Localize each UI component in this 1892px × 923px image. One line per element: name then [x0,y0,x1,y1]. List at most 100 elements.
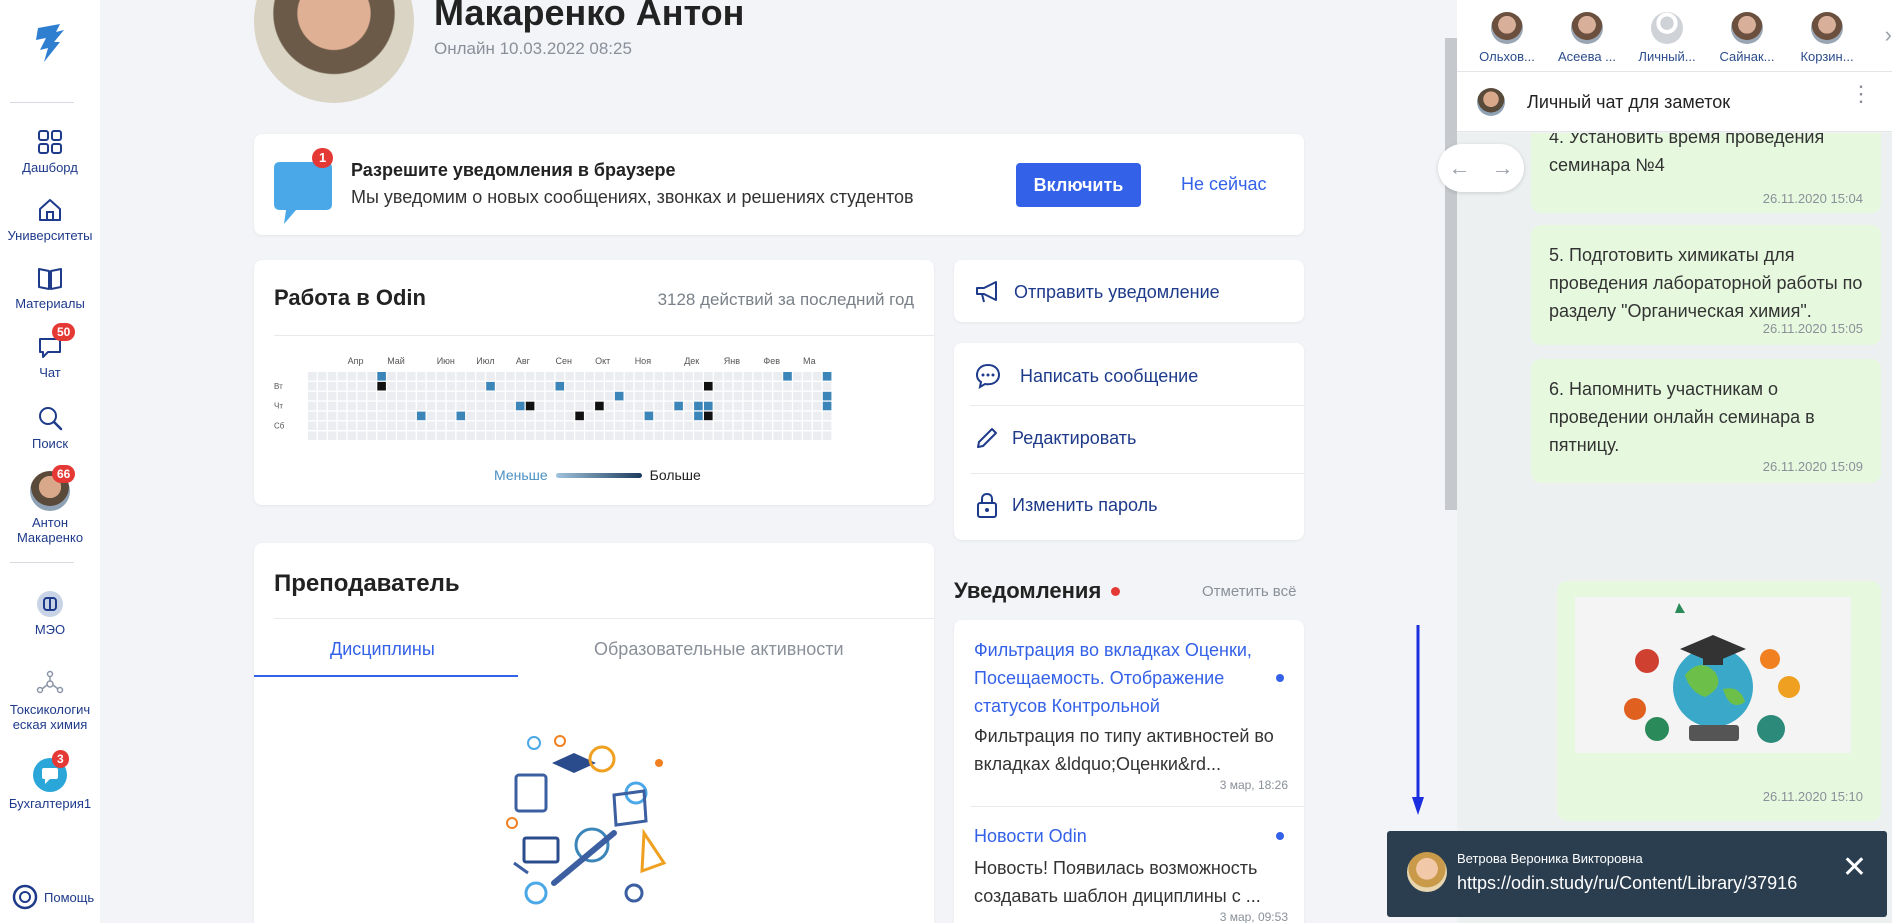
heatmap-cell[interactable] [515,372,525,381]
heatmap-cell[interactable] [367,431,376,440]
heatmap-cell[interactable] [713,431,723,440]
heatmap-cell[interactable] [327,421,337,431]
heatmap-cell[interactable] [624,381,634,391]
heatmap-cell[interactable] [674,421,683,431]
heatmap-cell[interactable] [614,411,624,421]
heatmap-cell[interactable] [515,381,525,391]
heatmap-cell[interactable] [704,401,713,411]
heatmap-cell[interactable] [654,401,664,411]
heatmap-cell[interactable] [446,401,456,411]
heatmap-cell[interactable] [515,411,525,421]
heatmap-cell[interactable] [595,372,604,381]
heatmap-cell[interactable] [496,411,505,421]
heatmap-cell[interactable] [763,372,772,381]
heatmap-cell[interactable] [486,411,495,421]
heatmap-cell[interactable] [654,431,664,440]
heatmap-cell[interactable] [783,372,792,381]
heatmap-cell[interactable] [506,372,515,381]
heatmap-cell[interactable] [347,391,357,401]
heatmap-cell[interactable] [803,391,812,401]
heatmap-cell[interactable] [367,401,376,411]
heatmap-cell[interactable] [644,372,654,381]
heatmap-cell[interactable] [387,401,396,411]
heatmap-cell[interactable] [733,421,743,431]
heatmap-cell[interactable] [496,391,505,401]
heatmap-cell[interactable] [713,411,723,421]
heatmap-cell[interactable] [486,431,495,440]
heatmap-cell[interactable] [555,411,565,421]
heatmap-cell[interactable] [575,391,584,401]
heatmap-cell[interactable] [803,372,812,381]
heatmap-cell[interactable] [545,381,555,391]
heatmap-cell[interactable] [565,411,574,421]
heatmap-cell[interactable] [426,381,436,391]
sidebar-item-toxicology[interactable]: Токсикологич еская химия [0,670,100,732]
heatmap-cell[interactable] [456,401,466,411]
heatmap-cell[interactable] [812,381,822,391]
heatmap-cell[interactable] [397,401,406,411]
heatmap-cell[interactable] [674,391,683,401]
heatmap-cell[interactable] [308,431,317,440]
heatmap-cell[interactable] [308,401,317,411]
heatmap-cell[interactable] [496,431,505,440]
heatmap-cell[interactable] [347,372,357,381]
heatmap-cell[interactable] [397,431,406,440]
chat-image-message[interactable]: 26.11.2020 15:10 [1557,581,1881,821]
heatmap-cell[interactable] [357,391,367,401]
heatmap-cell[interactable] [575,411,584,421]
heatmap-cell[interactable] [684,381,693,391]
heatmap-cell[interactable] [743,381,753,391]
heatmap-cell[interactable] [753,381,763,391]
heatmap-cell[interactable] [466,401,475,411]
heatmap-cell[interactable] [407,372,416,381]
heatmap-cell[interactable] [347,381,357,391]
heatmap-cell[interactable] [803,381,812,391]
heatmap-cell[interactable] [357,421,367,431]
notification-title[interactable]: Фильтрация во вкладках Оценки, Посещаемо… [974,636,1274,720]
heatmap-cell[interactable] [723,431,733,440]
heatmap-cell[interactable] [585,421,594,431]
heatmap-cell[interactable] [773,372,782,381]
heatmap-cell[interactable] [664,431,673,440]
edit-button[interactable]: Редактировать [974,425,1136,451]
heatmap-cell[interactable] [684,411,693,421]
heatmap-cell[interactable] [397,421,406,431]
heatmap-cell[interactable] [308,381,317,391]
heatmap-cell[interactable] [822,421,832,431]
heatmap-cell[interactable] [664,401,673,411]
heatmap-cell[interactable] [694,431,703,440]
heatmap-cell[interactable] [367,411,376,421]
heatmap-cell[interactable] [773,391,782,401]
heatmap-cell[interactable] [525,372,535,381]
heatmap-cell[interactable] [812,372,822,381]
heatmap-cell[interactable] [347,411,357,421]
heatmap-cell[interactable] [387,421,396,431]
heatmap-cell[interactable] [545,411,555,421]
heatmap-cell[interactable] [743,401,753,411]
heatmap-cell[interactable] [525,411,535,421]
heatmap-cell[interactable] [337,391,347,401]
heatmap-cell[interactable] [723,372,733,381]
heatmap-cell[interactable] [347,401,357,411]
heatmap-cell[interactable] [733,381,743,391]
heatmap-cell[interactable] [812,391,822,401]
heatmap-cell[interactable] [783,411,792,421]
heatmap-cell[interactable] [496,401,505,411]
heatmap-cell[interactable] [327,411,337,421]
heatmap-cell[interactable] [436,391,446,401]
sidebar-item-universities[interactable]: Университеты [0,196,100,243]
heatmap-cell[interactable] [654,372,664,381]
heatmap-cell[interactable] [436,411,446,421]
heatmap-cell[interactable] [614,431,624,440]
heatmap-cell[interactable] [397,411,406,421]
heatmap-cell[interactable] [713,372,723,381]
heatmap-cell[interactable] [605,381,614,391]
heatmap-cell[interactable] [337,411,347,421]
heatmap-cell[interactable] [694,381,703,391]
sidebar-item-materials[interactable]: Материалы [0,264,100,311]
heatmap-cell[interactable] [308,372,317,381]
heatmap-cell[interactable] [555,421,565,431]
tab-disciplines[interactable]: Дисциплины [330,639,435,660]
heatmap-cell[interactable] [327,391,337,401]
heatmap-cell[interactable] [466,372,475,381]
